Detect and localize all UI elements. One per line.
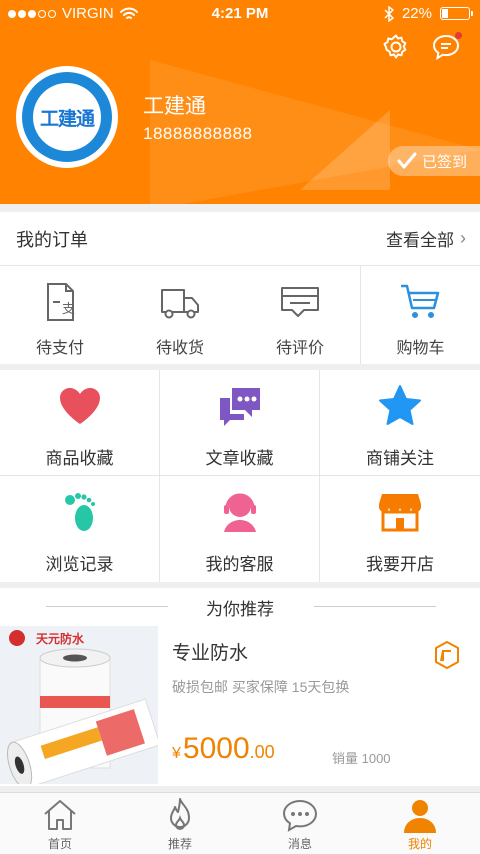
avatar[interactable]: 工建通 xyxy=(16,66,118,168)
orders-section: 我的订单 查看全部 › 支 待支付 待收货 待评价 购物车 xyxy=(0,212,480,364)
browse-history[interactable]: 浏览记录 xyxy=(0,476,160,582)
svg-text:天元防水: 天元防水 xyxy=(36,631,85,646)
profile-header: 工建通 工建通 18888888888 已签到 xyxy=(0,0,480,204)
shop-follow[interactable]: 商铺关注 xyxy=(320,370,480,476)
shopping-cart[interactable]: 购物车 xyxy=(360,266,480,364)
svg-text:支: 支 xyxy=(62,302,75,317)
signed-in-label: 已签到 xyxy=(422,153,468,171)
bluetooth-icon xyxy=(384,5,394,22)
message-button[interactable] xyxy=(431,32,462,62)
orders-title: 我的订单 xyxy=(16,229,88,250)
product-image[interactable]: 天元防水 xyxy=(0,626,158,784)
open-shop[interactable]: 我要开店 xyxy=(320,476,480,582)
star-icon xyxy=(379,385,421,425)
chevron-right-icon: › xyxy=(460,228,466,248)
order-pending-review[interactable]: 待评价 xyxy=(240,266,360,364)
comment-icon xyxy=(281,287,319,317)
view-all-orders-link[interactable]: 查看全部 › xyxy=(386,226,466,251)
feature-grid: 商品收藏 文章收藏 商铺关注 浏览记录 我的客服 我要开店 xyxy=(0,370,480,582)
divider xyxy=(46,606,168,607)
product-price: ¥ 5000 .00 xyxy=(172,732,275,765)
notification-dot xyxy=(455,32,462,39)
customer-service[interactable]: 我的客服 xyxy=(160,476,320,582)
message-icon xyxy=(282,799,318,832)
status-bar: VIRGIN 4:21 PM 22% xyxy=(0,0,480,28)
heart-icon xyxy=(59,388,100,424)
tab-bar: 首页 推荐 消息 我的 xyxy=(0,792,480,854)
article-favorites[interactable]: 文章收藏 xyxy=(160,370,320,476)
cart-icon xyxy=(400,284,439,318)
product-tags: 破损包邮 买家保障 15天包换 xyxy=(172,679,350,695)
product-favorites[interactable]: 商品收藏 xyxy=(0,370,160,476)
user-phone: 18888888888 xyxy=(143,124,253,143)
signed-in-badge[interactable]: 已签到 xyxy=(388,146,480,176)
person-icon xyxy=(404,800,436,833)
tab-messages[interactable]: 消息 xyxy=(240,793,360,854)
orders-header[interactable]: 我的订单 查看全部 › xyxy=(0,212,480,266)
check-icon xyxy=(397,152,417,169)
gear-icon[interactable] xyxy=(382,33,410,61)
battery-icon xyxy=(440,7,473,20)
payment-icon: 支 xyxy=(47,283,75,321)
battery-percent: 22% xyxy=(401,5,432,22)
home-icon xyxy=(44,800,76,830)
recommend-section: 为你推荐 天元防水 专业防水 破损包邮 买家保障 15天包换 ¥ 5000 .0… xyxy=(0,588,480,786)
product-name[interactable]: 专业防水 xyxy=(172,638,248,665)
chat-bubbles-icon xyxy=(219,388,260,426)
truck-icon xyxy=(161,289,199,319)
divider xyxy=(314,606,436,607)
tab-recommend[interactable]: 推荐 xyxy=(120,793,240,854)
fire-icon xyxy=(170,798,190,831)
header-decoration xyxy=(300,110,390,190)
footprints-icon xyxy=(64,493,95,531)
product-sales: 销量 1000 xyxy=(332,751,391,766)
order-pending-delivery[interactable]: 待收货 xyxy=(120,266,240,364)
shop-badge-icon[interactable] xyxy=(432,640,462,670)
customer-service-icon xyxy=(223,493,256,532)
shop-icon xyxy=(379,494,421,532)
tab-home[interactable]: 首页 xyxy=(0,793,120,854)
order-pending-payment[interactable]: 支 待支付 xyxy=(0,266,120,364)
user-name: 工建通 xyxy=(143,95,206,118)
recommend-title: 为你推荐 xyxy=(206,599,274,619)
avatar-logo-text: 工建通 xyxy=(39,108,95,130)
tab-mine[interactable]: 我的 xyxy=(360,793,480,854)
